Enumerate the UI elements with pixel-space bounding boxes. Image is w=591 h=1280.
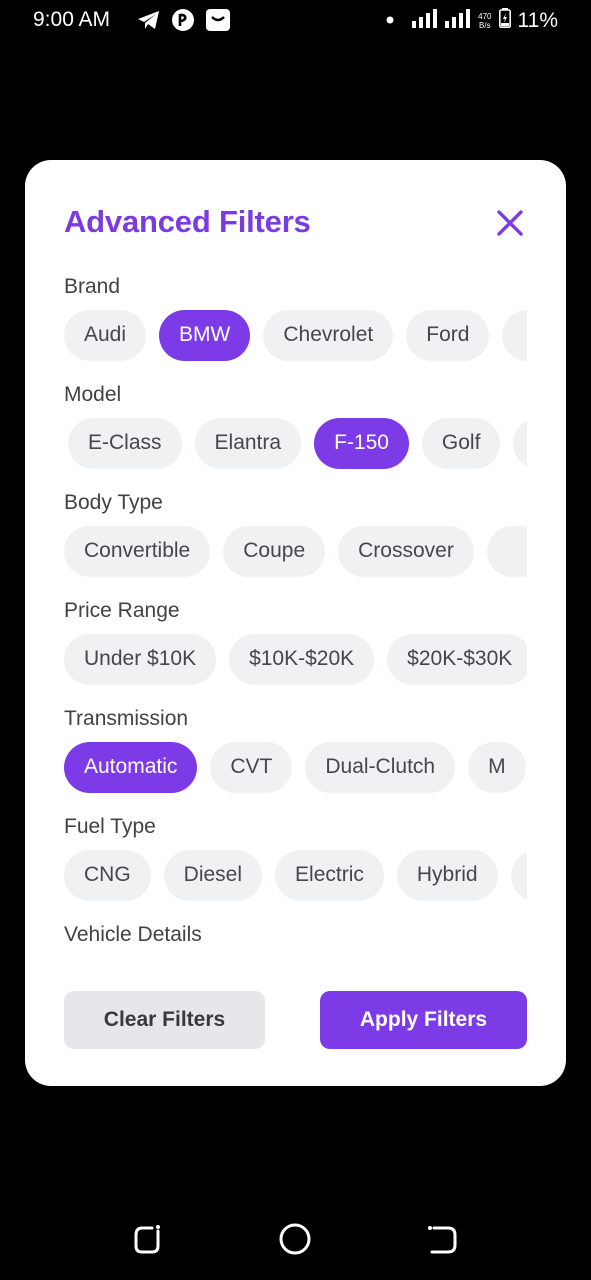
messenger-icon bbox=[171, 8, 195, 37]
chip-row[interactable]: Audi BMW Chevrolet Ford bbox=[64, 309, 527, 361]
chip-10k-20k[interactable]: $10K-$20K bbox=[229, 633, 375, 685]
chip-golf[interactable]: Golf bbox=[421, 417, 501, 469]
modal-header: Advanced Filters bbox=[64, 202, 527, 244]
chip-f-150[interactable]: F-150 bbox=[314, 417, 409, 469]
chip-manual-partial[interactable]: M bbox=[468, 741, 526, 793]
chip-20k-30k[interactable]: $20K-$30K bbox=[387, 633, 527, 685]
clear-filters-button[interactable]: Clear Filters bbox=[64, 991, 265, 1049]
filter-section-fuel-type: Fuel Type CNG Diesel Electric Hybrid bbox=[64, 812, 527, 920]
chip-elantra[interactable]: Elantra bbox=[194, 417, 302, 469]
chip-cvt[interactable]: CVT bbox=[210, 741, 293, 793]
chip-partial[interactable] bbox=[486, 525, 527, 577]
section-label: Brand bbox=[64, 275, 121, 298]
status-time: 9:00 AM bbox=[33, 8, 111, 31]
net-speed-value: 470 bbox=[478, 11, 492, 21]
chip-partial[interactable] bbox=[513, 417, 527, 469]
filter-sections[interactable]: Brand Audi BMW Chevrolet Ford Model E-Cl… bbox=[64, 272, 527, 962]
chip-row[interactable]: Convertible Coupe Crossover bbox=[64, 525, 527, 577]
status-system-icons: 470 B/s 11% bbox=[385, 8, 558, 33]
section-label: Transmission bbox=[64, 707, 189, 730]
chip-row[interactable]: Under $10K $10K-$20K $20K-$30K bbox=[64, 633, 527, 685]
close-icon[interactable] bbox=[493, 206, 527, 240]
status-notification-icons bbox=[137, 8, 231, 37]
chip-crossover[interactable]: Crossover bbox=[338, 525, 474, 577]
filter-section-price-range: Price Range Under $10K $10K-$20K $20K-$3… bbox=[64, 596, 527, 704]
navigation-bar bbox=[0, 1200, 591, 1280]
recent-apps-icon[interactable] bbox=[131, 1222, 165, 1256]
chip-audi[interactable]: Audi bbox=[64, 309, 147, 361]
dot-icon bbox=[385, 12, 395, 30]
net-speed-unit: B/s bbox=[479, 20, 491, 30]
chip-hybrid[interactable]: Hybrid bbox=[396, 849, 498, 901]
partial-chip-row[interactable] bbox=[64, 957, 527, 962]
chip-coupe[interactable]: Coupe bbox=[223, 525, 326, 577]
signal-icon bbox=[412, 8, 438, 33]
chip-partial[interactable] bbox=[510, 849, 527, 901]
chip-e-class[interactable]: E-Class bbox=[68, 417, 182, 469]
modal-title: Advanced Filters bbox=[64, 204, 311, 239]
section-label: Body Type bbox=[64, 491, 163, 514]
chip-ford[interactable]: Ford bbox=[406, 309, 490, 361]
battery-icon bbox=[498, 8, 511, 33]
chip-electric[interactable]: Electric bbox=[275, 849, 384, 901]
chip-chevrolet[interactable]: Chevrolet bbox=[263, 309, 394, 361]
chip-diesel[interactable]: Diesel bbox=[163, 849, 263, 901]
back-icon[interactable] bbox=[425, 1222, 459, 1256]
modal-footer: Clear Filters Apply Filters bbox=[64, 991, 527, 1049]
net-speed: 470 B/s bbox=[478, 12, 491, 30]
chip-dual-clutch[interactable]: Dual-Clutch bbox=[305, 741, 456, 793]
chip-under-10k[interactable]: Under $10K bbox=[64, 633, 217, 685]
chip-automatic[interactable]: Automatic bbox=[64, 741, 198, 793]
chip-row[interactable]: CNG Diesel Electric Hybrid bbox=[64, 849, 527, 901]
shopping-bag-icon bbox=[205, 8, 231, 37]
filter-section-body-type: Body Type Convertible Coupe Crossover bbox=[64, 488, 527, 596]
section-label: Vehicle Details bbox=[64, 923, 202, 946]
filter-section-transmission: Transmission Automatic CVT Dual-Clutch M bbox=[64, 704, 527, 812]
advanced-filters-modal: Advanced Filters Brand Audi BMW Chevrole… bbox=[25, 160, 566, 1086]
chip-row[interactable]: Automatic CVT Dual-Clutch M bbox=[64, 741, 527, 793]
filter-section-vehicle-details: Vehicle Details bbox=[64, 920, 527, 962]
telegram-icon bbox=[137, 9, 161, 36]
section-label: Model bbox=[64, 383, 122, 406]
home-icon[interactable] bbox=[278, 1222, 312, 1256]
chip-convertible[interactable]: Convertible bbox=[64, 525, 211, 577]
filter-section-model: Model E-Class Elantra F-150 Golf bbox=[64, 380, 527, 488]
apply-filters-button[interactable]: Apply Filters bbox=[320, 991, 527, 1049]
chip-row[interactable]: E-Class Elantra F-150 Golf bbox=[64, 417, 527, 469]
filter-section-brand: Brand Audi BMW Chevrolet Ford bbox=[64, 272, 527, 380]
chip-cng[interactable]: CNG bbox=[64, 849, 151, 901]
chip-bmw[interactable]: BMW bbox=[159, 309, 251, 361]
section-label: Fuel Type bbox=[64, 815, 156, 838]
battery-percentage: 11% bbox=[517, 8, 558, 32]
signal-icon bbox=[445, 8, 471, 33]
section-label: Price Range bbox=[64, 599, 180, 622]
status-bar: 9:00 AM 470 B/s 11% bbox=[0, 0, 591, 42]
chip-partial[interactable] bbox=[502, 309, 527, 361]
